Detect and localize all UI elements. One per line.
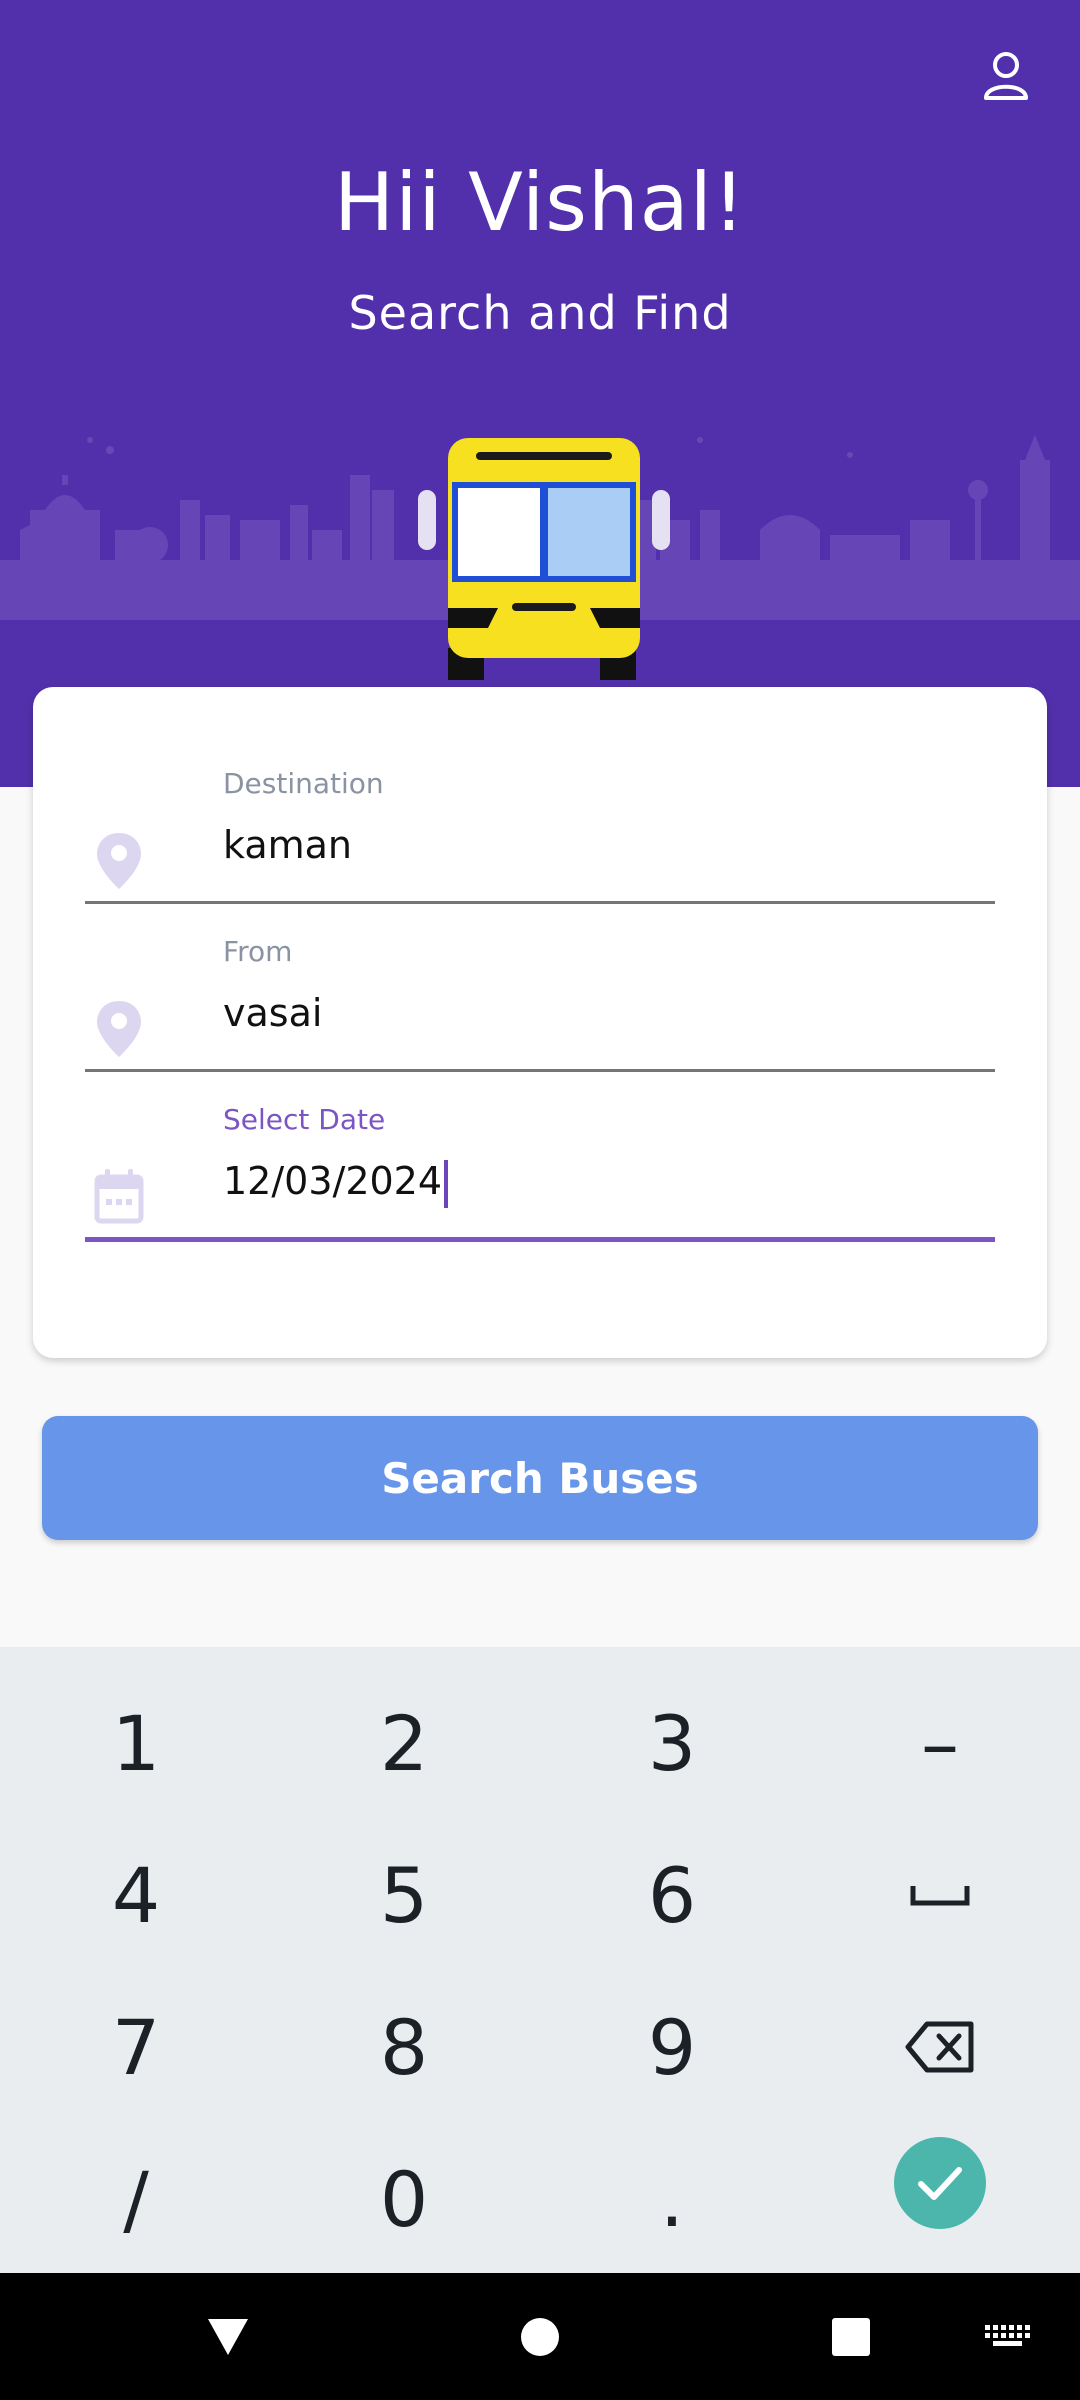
calendar-icon [94,1169,144,1224]
text-cursor [444,1159,449,1208]
system-navigation-bar [0,2273,1080,2400]
profile-button[interactable] [970,40,1042,112]
keyboard-icon [985,2324,1030,2346]
key-9[interactable]: 9 [538,1971,806,2123]
home-circle-icon [521,2317,559,2356]
checkmark-icon [918,2167,962,2200]
header-banner: Hii Vishal! Search and Find [0,0,1080,787]
key-backspace[interactable] [806,1971,1074,2123]
from-input[interactable]: vasai [223,991,322,1035]
key-8[interactable]: 8 [270,1971,538,2123]
nav-back-button[interactable] [158,2273,298,2400]
key-2[interactable]: 2 [270,1667,538,1819]
date-underline [85,1237,995,1242]
recents-square-icon [832,2317,870,2356]
from-label: From [223,935,293,968]
destination-input[interactable]: kaman [223,823,352,867]
person-outline-icon [984,52,1028,100]
key-7[interactable]: 7 [2,1971,270,2123]
space-bar-icon [910,1886,970,1906]
key-4[interactable]: 4 [2,1819,270,1971]
key-done[interactable] [806,2107,1074,2259]
date-input-text: 12/03/2024 [223,1159,443,1203]
nav-keyboard-button[interactable] [938,2273,1078,2400]
backspace-icon [905,2021,974,2073]
date-field[interactable]: Select Date 12/03/2024 [85,1103,995,1253]
location-pin-icon [97,833,141,889]
from-underline [85,1069,995,1072]
key-3[interactable]: 3 [538,1667,806,1819]
location-pin-icon [97,1001,141,1057]
bus-front-icon [418,438,670,680]
key-6[interactable]: 6 [538,1819,806,1971]
date-label: Select Date [223,1103,386,1136]
destination-label: Destination [223,767,384,800]
destination-underline [85,901,995,904]
destination-field[interactable]: Destination kaman [85,767,995,917]
key-dash[interactable]: – [806,1667,1074,1819]
nav-recents-button[interactable] [781,2273,921,2400]
numeric-keypad: 1 2 3 – 4 5 6 7 8 9 / 0 . [0,1647,1080,2273]
back-triangle-icon [208,2318,248,2355]
key-0[interactable]: 0 [270,2123,538,2275]
search-buses-button[interactable]: Search Buses [42,1416,1038,1540]
greeting-title: Hii Vishal! [334,156,746,249]
from-field[interactable]: From vasai [85,935,995,1085]
nav-home-button[interactable] [470,2273,610,2400]
search-form-card: Destination kaman From vasai Select Date… [33,687,1047,1358]
date-input[interactable]: 12/03/2024 [223,1159,449,1208]
done-button[interactable] [894,2137,986,2229]
key-period[interactable]: . [538,2123,806,2275]
key-5[interactable]: 5 [270,1819,538,1971]
key-slash[interactable]: / [2,2123,270,2275]
key-space[interactable] [806,1819,1074,1971]
key-1[interactable]: 1 [2,1667,270,1819]
greeting-subtitle: Search and Find [348,286,732,340]
